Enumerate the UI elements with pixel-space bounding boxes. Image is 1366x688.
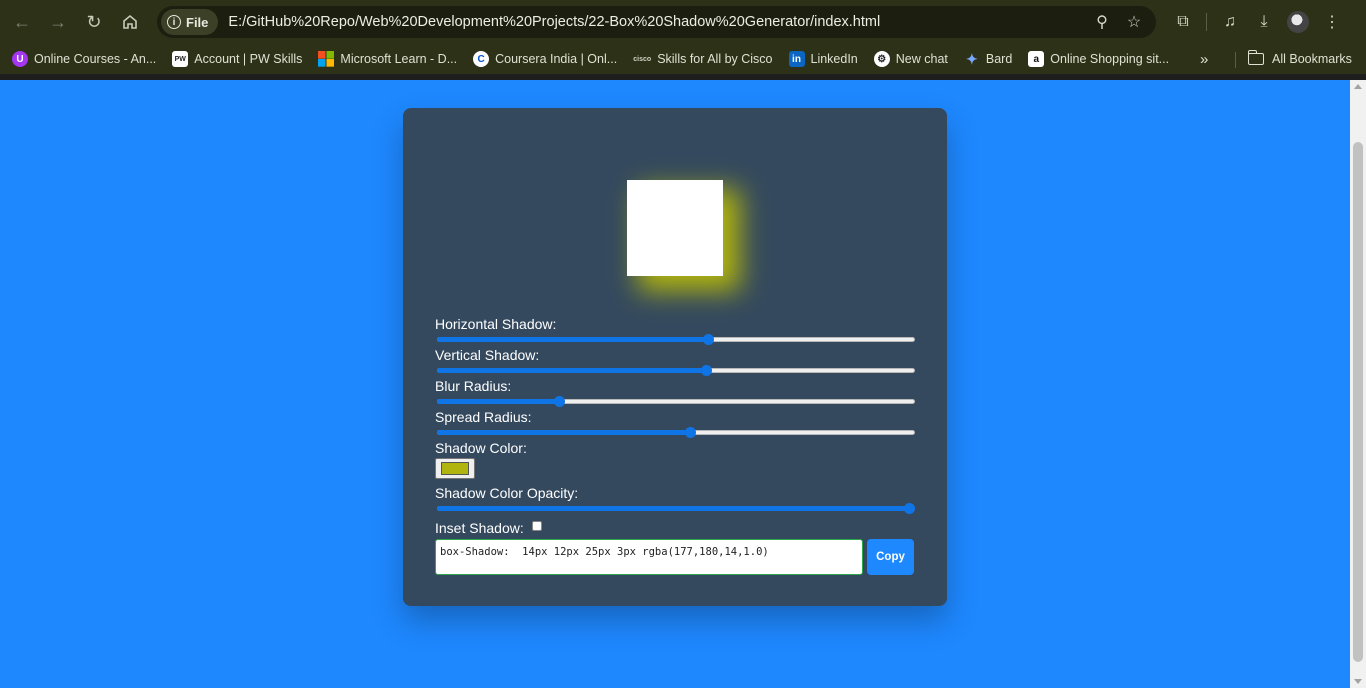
pw-skills-icon: PW (172, 51, 189, 67)
bookmark-label: Bard (985, 52, 1013, 66)
bookmark-label: Coursera India | Onl... (495, 52, 618, 66)
all-bookmarks-button[interactable]: All Bookmarks (1247, 44, 1352, 74)
slider-fill (437, 337, 709, 342)
scroll-up-arrow-icon[interactable] (1354, 84, 1362, 89)
reload-icon[interactable]: ↻ (76, 4, 112, 40)
url-text[interactable]: E:/GitHub%20Repo/Web%20Development%20Pro… (228, 14, 880, 30)
toolbar-divider (1206, 13, 1207, 31)
bookmark-microsoft-learn[interactable]: Microsoft Learn - D... (310, 46, 465, 72)
horizontal-shadow-label: Horizontal Shadow: (435, 316, 557, 332)
slider-thumb[interactable] (684, 427, 696, 438)
linkedin-icon: in (788, 51, 805, 67)
scroll-down-arrow-icon[interactable] (1354, 679, 1362, 684)
media-control-icon[interactable]: ♫ (1213, 4, 1247, 40)
bookmark-cisco[interactable]: cisco Skills for All by Cisco (625, 46, 780, 72)
browser-toolbar: ← → ↻ i File E:/GitHub%20Repo/Web%20Deve… (0, 0, 1366, 44)
all-bookmarks-label: All Bookmarks (1272, 52, 1352, 66)
controls-panel: Horizontal Shadow: Vertical Shadow: Blur… (435, 316, 915, 536)
blur-radius-slider[interactable] (437, 394, 915, 409)
spread-radius-slider[interactable] (437, 425, 915, 440)
zoom-icon[interactable]: ⚲ (1092, 12, 1112, 32)
microsoft-icon (318, 51, 335, 67)
bookmark-label: Account | PW Skills (194, 52, 303, 66)
site-info-chip[interactable]: i File (161, 9, 219, 35)
slider-fill (437, 430, 690, 435)
blur-radius-label: Blur Radius: (435, 378, 512, 394)
shadow-color-label: Shadow Color: (435, 440, 527, 456)
bookmarks-bar: U Online Courses - An... PW Account | PW… (0, 44, 1366, 74)
bookmark-label: Online Shopping sit... (1050, 52, 1170, 66)
bookmark-amazon[interactable]: a Online Shopping sit... (1020, 46, 1177, 72)
page-viewport: Horizontal Shadow: Vertical Shadow: Blur… (0, 80, 1350, 688)
profile-avatar[interactable] (1281, 4, 1315, 40)
inset-shadow-label: Inset Shadow: (435, 520, 524, 536)
spread-radius-label: Spread Radius: (435, 409, 532, 425)
bookmarks-divider (1235, 52, 1236, 68)
slider-thumb[interactable] (553, 396, 565, 407)
more-bookmarks-icon[interactable]: » (1200, 44, 1208, 74)
udemy-icon: U (12, 51, 28, 67)
bookmark-label: Microsoft Learn - D... (340, 52, 458, 66)
inset-shadow-checkbox[interactable] (531, 521, 542, 531)
back-icon[interactable]: ← (4, 4, 40, 40)
forward-icon[interactable]: → (40, 4, 76, 40)
bookmark-label: Online Courses - An... (34, 52, 157, 66)
home-icon[interactable] (112, 4, 148, 40)
bookmark-label: Skills for All by Cisco (657, 52, 773, 66)
slider-thumb[interactable] (904, 503, 915, 514)
generator-card: Horizontal Shadow: Vertical Shadow: Blur… (403, 108, 947, 606)
bookmark-linkedin[interactable]: in LinkedIn (781, 46, 866, 72)
bookmark-label: New chat (895, 52, 948, 66)
shadow-preview-box (627, 180, 723, 276)
copy-button[interactable]: Copy (867, 539, 914, 575)
star-icon[interactable]: ☆ (1124, 12, 1144, 32)
slider-fill (437, 368, 707, 373)
cisco-icon: cisco (633, 55, 652, 63)
menu-icon[interactable]: ⋮ (1315, 4, 1349, 40)
bookmark-pw-skills[interactable]: PW Account | PW Skills (164, 46, 310, 72)
bookmark-bard[interactable]: ✦ Bard (956, 46, 1020, 72)
extensions-icon[interactable]: ⧉ (1166, 4, 1200, 40)
bookmark-label: LinkedIn (810, 52, 858, 66)
output-row: box-Shadow: 14px 12px 25px 3px rgba(177,… (435, 539, 915, 575)
slider-fill (437, 506, 910, 511)
download-icon[interactable]: ⤓ (1247, 4, 1281, 40)
page-scrollbar[interactable] (1350, 80, 1366, 688)
color-swatch-fill (441, 462, 469, 475)
shadow-opacity-label: Shadow Color Opacity: (435, 485, 579, 501)
info-icon: i (167, 15, 181, 29)
slider-thumb[interactable] (700, 365, 712, 376)
amazon-icon: a (1028, 51, 1045, 67)
shadow-color-picker[interactable] (435, 458, 475, 479)
css-output-field[interactable]: box-Shadow: 14px 12px 25px 3px rgba(177,… (435, 539, 863, 575)
folder-icon (1247, 50, 1264, 65)
chatgpt-icon: ⚙ (873, 51, 890, 67)
slider-fill (437, 399, 560, 404)
slider-thumb[interactable] (703, 334, 715, 345)
inset-shadow-row: Inset Shadow: (435, 520, 915, 536)
bookmark-udemy[interactable]: U Online Courses - An... (4, 46, 164, 72)
address-bar[interactable]: i File E:/GitHub%20Repo/Web%20Developmen… (157, 6, 1156, 38)
scrollbar-thumb[interactable] (1353, 142, 1363, 662)
site-chip-label: File (186, 14, 209, 30)
vertical-shadow-slider[interactable] (437, 363, 915, 378)
bard-icon: ✦ (966, 50, 978, 67)
coursera-icon: C (473, 51, 490, 67)
bookmark-coursera[interactable]: C Coursera India | Onl... (465, 46, 625, 72)
bookmark-new-chat[interactable]: ⚙ New chat (866, 46, 956, 72)
shadow-opacity-slider[interactable] (437, 501, 915, 516)
horizontal-shadow-slider[interactable] (437, 332, 915, 347)
vertical-shadow-label: Vertical Shadow: (435, 347, 540, 363)
